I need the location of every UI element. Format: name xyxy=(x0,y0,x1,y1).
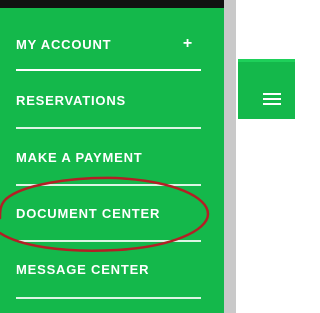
hamburger-icon-svg xyxy=(263,93,281,105)
menu-item-label: DOCUMENT CENTER xyxy=(16,206,161,221)
hamburger-icon[interactable] xyxy=(262,90,282,108)
menu-item-label: MAKE A PAYMENT xyxy=(16,150,143,165)
menu-item-label: MESSAGE CENTER xyxy=(16,262,150,277)
header-highlight xyxy=(238,59,295,62)
menu-divider xyxy=(16,184,201,186)
menu-item-my-account[interactable]: MY ACCOUNT + xyxy=(16,36,201,52)
menu-item-reservations[interactable]: RESERVATIONS xyxy=(16,94,201,107)
menu-item-label: RESERVATIONS xyxy=(16,93,127,108)
screenshot-stage: MY ACCOUNT + RESERVATIONS MAKE A PAYMENT… xyxy=(0,0,295,313)
scrollbar[interactable] xyxy=(224,0,236,313)
menu-divider xyxy=(16,69,201,71)
expand-icon[interactable]: + xyxy=(183,36,193,52)
menu-item-label: MY ACCOUNT xyxy=(16,37,112,52)
menu-item-message-center[interactable]: MESSAGE CENTER xyxy=(16,263,201,276)
top-edge xyxy=(0,0,224,8)
menu-item-make-a-payment[interactable]: MAKE A PAYMENT xyxy=(16,151,201,164)
menu-divider xyxy=(16,240,201,242)
menu-item-document-center[interactable]: DOCUMENT CENTER xyxy=(16,207,201,220)
header-bar xyxy=(238,59,295,119)
menu-divider xyxy=(16,127,201,129)
menu-divider xyxy=(16,297,201,299)
